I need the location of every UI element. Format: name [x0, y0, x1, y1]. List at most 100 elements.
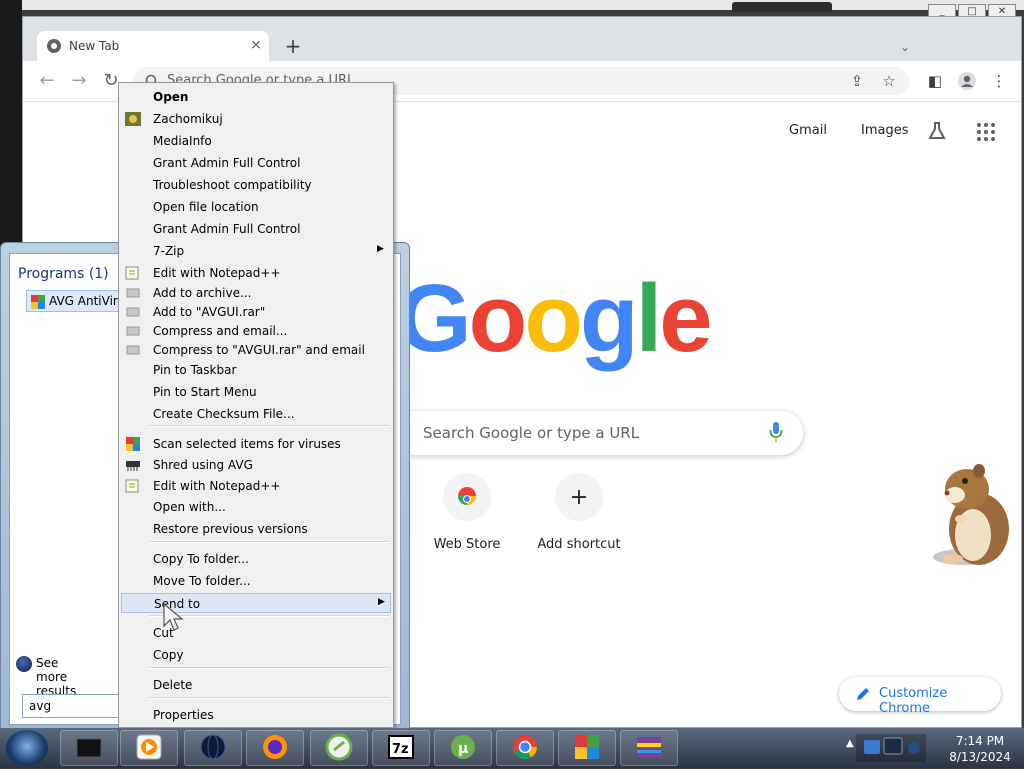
clock[interactable]: 7:14 PM 8/13/2024: [940, 732, 1020, 766]
chrome-menu-icon[interactable]: ⋮: [987, 69, 1011, 93]
tab-close-icon[interactable]: ×: [247, 36, 265, 54]
context-menu-item-compress-and-email[interactable]: Compress and email...: [121, 321, 391, 341]
context-menu-item-label: Open with...: [153, 500, 226, 514]
clock-date: 8/13/2024: [949, 750, 1011, 764]
context-menu-item-pin-to-taskbar[interactable]: Pin to Taskbar: [121, 360, 391, 380]
taskbar-app-winrar[interactable]: [620, 730, 678, 766]
logo-letter-g: g: [579, 265, 639, 372]
taskbar-app-7zip[interactable]: 7z: [372, 730, 430, 766]
programs-header: Programs (1): [18, 266, 109, 282]
notepad-plus-plus-icon: [125, 266, 141, 280]
customize-chrome-button[interactable]: Customize Chrome: [839, 677, 1001, 716]
context-menu-item-label: Properties: [153, 708, 214, 722]
shortcut-add[interactable]: + Add shortcut: [529, 473, 629, 553]
shortcut-label: Add shortcut: [537, 537, 621, 552]
taskbar-app-media-player[interactable]: [120, 730, 178, 766]
7zip-icon: 7z: [387, 733, 415, 764]
context-menu-item-zachomikuj[interactable]: Zachomikuj: [121, 109, 391, 129]
taskbar-app-avg[interactable]: [558, 730, 616, 766]
gmail-link[interactable]: Gmail: [789, 123, 827, 138]
microphone-icon[interactable]: [769, 421, 783, 443]
logo-letter-l: l: [635, 265, 663, 372]
logo-letter-o: o: [468, 265, 528, 372]
shortcut-web-store[interactable]: Web Store: [417, 473, 517, 553]
images-link[interactable]: Images: [861, 123, 909, 138]
tab-new-tab[interactable]: New Tab ×: [37, 31, 269, 61]
context-menu: Open Zachomikuj MediaInfo Grant Admin Full …: [118, 82, 394, 728]
profile-avatar-icon[interactable]: [955, 69, 979, 93]
system-tray: ▲: [842, 730, 938, 766]
context-menu-item-label: Compress and email...: [153, 324, 288, 338]
context-menu-item-copy[interactable]: Copy: [121, 645, 391, 665]
google-logo: Google: [397, 269, 713, 369]
side-panel-icon[interactable]: ◧: [923, 69, 947, 93]
winrar-icon: [125, 286, 141, 300]
google-apps-icon[interactable]: [977, 123, 995, 141]
taskbar-app-chrome[interactable]: [496, 730, 554, 766]
bookmark-star-icon[interactable]: ☆: [877, 69, 901, 93]
shredder-icon: [125, 458, 141, 472]
start-search-input[interactable]: avg: [22, 694, 132, 718]
context-menu-item-open[interactable]: Open: [121, 87, 391, 107]
context-menu-item-open-file-location[interactable]: Open file location: [121, 197, 391, 217]
context-menu-item-delete[interactable]: Delete: [121, 675, 391, 695]
context-menu-item-scan-selected-items-for-viruses[interactable]: Scan selected items for viruses: [121, 434, 391, 454]
media-player-icon: [135, 733, 163, 764]
context-menu-item-label: Pin to Start Menu: [153, 385, 257, 399]
context-menu-item-label: 7-Zip: [153, 244, 185, 258]
taskbar-app-globe[interactable]: [184, 730, 242, 766]
context-menu-item-create-checksum-file[interactable]: Create Checksum File...: [121, 404, 391, 424]
context-menu-item-shred-using-avg[interactable]: Shred using AVG: [121, 455, 391, 475]
context-menu-item-open-with[interactable]: Open with...: [121, 497, 391, 517]
context-menu-item-label: Add to archive...: [153, 286, 252, 300]
context-menu-item-grant-admin-full-control[interactable]: Grant Admin Full Control: [121, 153, 391, 173]
avg-icon: [31, 295, 45, 309]
background-window-tab: [732, 2, 832, 12]
share-icon[interactable]: ⇪: [845, 69, 869, 93]
new-tab-button[interactable]: +: [281, 35, 305, 59]
chrome-icon: [511, 733, 539, 764]
tab-search-icon[interactable]: ⌄: [893, 35, 917, 59]
context-menu-item-label: Open: [153, 90, 189, 104]
labs-flask-icon[interactable]: [927, 121, 947, 141]
context-menu-item-label: Add to "AVGUI.rar": [153, 305, 266, 319]
context-menu-item-label: Shred using AVG: [153, 458, 253, 472]
context-menu-item-properties[interactable]: Properties: [121, 705, 391, 725]
context-menu-item-label: Delete: [153, 678, 193, 692]
context-menu-item-7-zip[interactable]: 7-Zip ▶: [121, 241, 391, 261]
context-menu-item-copy-to-folder[interactable]: Copy To folder...: [121, 549, 391, 569]
context-menu-item-add-to-avgui-rar[interactable]: Add to "AVGUI.rar": [121, 302, 391, 322]
taskbar-app-dark-app[interactable]: [60, 730, 118, 766]
see-more-results-label: See more results: [36, 656, 77, 698]
context-menu-item-label: Copy: [153, 648, 184, 662]
context-menu-item-label: Pin to Taskbar: [153, 363, 237, 377]
context-menu-item-pin-to-start-menu[interactable]: Pin to Start Menu: [121, 382, 391, 402]
taskbar-app-iconmaker[interactable]: [310, 730, 368, 766]
start-button[interactable]: [6, 730, 48, 766]
customize-chrome-label: Customize Chrome: [879, 686, 948, 716]
notepad-plus-plus-icon: [125, 479, 141, 493]
taskbar-app-firefox[interactable]: [246, 730, 304, 766]
taskbar: ▲ 7:14 PM 8/13/2024 7z µ: [0, 728, 1024, 768]
context-menu-item-mediainfo[interactable]: MediaInfo: [121, 131, 391, 151]
taskbar-app-utorrent[interactable]: µ: [434, 730, 492, 766]
submenu-arrow-icon: ▶: [378, 597, 385, 607]
logo-letter-o: o: [524, 265, 583, 372]
back-icon[interactable]: ←: [35, 69, 59, 93]
context-menu-item-edit-with-notepad[interactable]: Edit with Notepad++: [121, 476, 391, 496]
tab-strip: New Tab × + ⌄: [23, 17, 1021, 61]
firefox-icon: [261, 733, 289, 764]
context-menu-item-compress-to-avgui-rar-and-email[interactable]: Compress to "AVGUI.rar" and email: [121, 340, 391, 360]
context-menu-item-troubleshoot-compatibility[interactable]: Troubleshoot compatibility: [121, 175, 391, 195]
zachomikuj-icon: [125, 112, 141, 126]
context-menu-item-restore-previous-versions[interactable]: Restore previous versions: [121, 519, 391, 539]
context-menu-item-grant-admin-full-control[interactable]: Grant Admin Full Control: [121, 219, 391, 239]
utorrent-icon: µ: [449, 733, 477, 764]
context-menu-item-edit-with-notepad[interactable]: Edit with Notepad++: [121, 263, 391, 283]
context-menu-item-label: Zachomikuj: [153, 112, 223, 126]
context-menu-item-move-to-folder[interactable]: Move To folder...: [121, 571, 391, 591]
globe-icon: [199, 733, 227, 764]
context-menu-item-add-to-archive[interactable]: Add to archive...: [121, 283, 391, 303]
google-search-box[interactable]: Search Google or type a URL: [393, 411, 803, 455]
forward-icon[interactable]: →: [67, 69, 91, 93]
